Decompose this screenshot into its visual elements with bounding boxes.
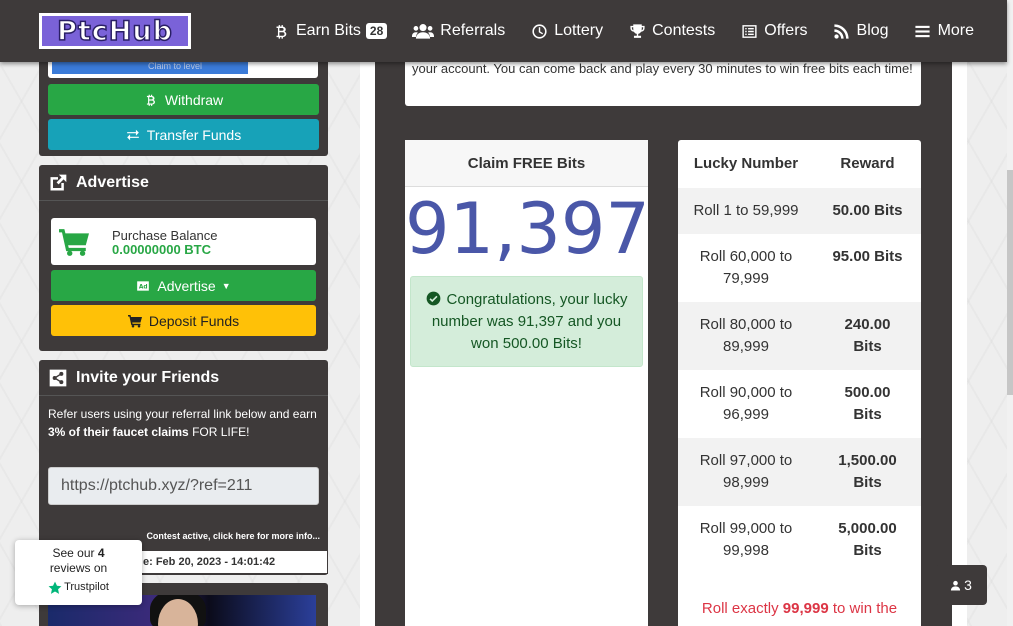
bitcoin-icon bbox=[272, 22, 290, 40]
nav-referrals[interactable]: Referrals bbox=[412, 22, 505, 40]
nav-offers[interactable]: Offers bbox=[740, 22, 808, 40]
users-icon bbox=[412, 22, 435, 40]
ad-icon: Ad bbox=[137, 280, 150, 291]
nav-more[interactable]: More bbox=[914, 22, 974, 40]
list-icon bbox=[740, 22, 758, 40]
trophy-icon bbox=[628, 22, 646, 40]
share-icon bbox=[49, 369, 67, 386]
jackpot-note: Roll exactly 99,999 to win the bbox=[701, 600, 898, 617]
deposit-funds-button[interactable]: Deposit Funds bbox=[51, 305, 316, 336]
claim-title: Claim FREE Bits bbox=[405, 140, 648, 187]
nav-menu: Earn Bits 28 Referrals Lottery Contests … bbox=[272, 0, 999, 62]
table-row: Roll 60,000 to 79,999 95.00 Bits bbox=[699, 248, 903, 287]
star-icon bbox=[48, 581, 62, 594]
bitcoin-icon bbox=[146, 94, 155, 106]
referral-link-input[interactable]: https://ptchub.xyz/?ref=211 bbox=[48, 467, 319, 505]
success-alert: Congratulations, your lucky number was 9… bbox=[410, 276, 643, 367]
reward-table: Lucky Number Reward Roll 1 to 59,999 50.… bbox=[678, 140, 921, 626]
advertise-heading: Advertise bbox=[39, 165, 328, 201]
invite-description: Refer users using your referral link bel… bbox=[48, 407, 317, 439]
table-row: Roll 97,000 to 98,999 1,500.00 Bits bbox=[678, 438, 921, 506]
withdraw-button[interactable]: Withdraw bbox=[48, 84, 319, 115]
check-circle-icon bbox=[426, 291, 440, 306]
invite-heading: Invite your Friends bbox=[39, 360, 328, 396]
nav-blog[interactable]: Blog bbox=[833, 22, 889, 40]
external-link-icon bbox=[50, 174, 67, 190]
rss-icon bbox=[833, 22, 851, 40]
table-row: Roll 99,000 to 99,998 5,000.00 Bits bbox=[699, 520, 897, 559]
caret-down-icon: ▼ bbox=[221, 280, 231, 291]
transfer-funds-button[interactable]: Transfer Funds bbox=[48, 119, 319, 150]
earn-bits-count-badge: 28 bbox=[365, 23, 388, 39]
lucky-number-display: 91,397 bbox=[405, 188, 650, 270]
shopping-cart-icon bbox=[127, 314, 142, 327]
user-icon bbox=[951, 580, 961, 591]
exchange-icon bbox=[126, 129, 139, 140]
table-row: Roll 1 to 59,999 50.00 Bits bbox=[678, 188, 921, 234]
advertise-dropdown-button[interactable]: Ad Advertise ▼ bbox=[51, 270, 316, 301]
sidebar-advertise-panel: Advertise Purchase Balance 0.00000000 BT… bbox=[39, 165, 328, 351]
nav-lottery[interactable]: Lottery bbox=[530, 22, 603, 40]
ptchub-logo[interactable]: PtcHub bbox=[39, 13, 191, 49]
table-row: Roll 80,000 to 89,999 240.00 Bits bbox=[678, 302, 921, 370]
nav-contests[interactable]: Contests bbox=[628, 22, 715, 40]
purchase-balance-box: Purchase Balance 0.00000000 BTC bbox=[51, 218, 316, 265]
trustpilot-widget[interactable]: See our 4 reviews on Trustpilot bbox=[15, 540, 142, 605]
page-scrollbar[interactable] bbox=[1007, 0, 1013, 626]
clock-icon bbox=[530, 22, 548, 40]
reward-table-header: Lucky Number Reward bbox=[693, 155, 895, 172]
claim-card: Claim FREE Bits 91,397 Congratulations, … bbox=[405, 140, 650, 626]
online-users-badge[interactable]: 3 bbox=[935, 565, 987, 605]
contest-info-link[interactable]: Contest active, click here for more info… bbox=[146, 531, 320, 541]
bars-icon bbox=[914, 22, 932, 40]
top-navbar: PtcHub Earn Bits 28 Referrals Lottery Co… bbox=[0, 0, 1007, 62]
svg-text:Ad: Ad bbox=[139, 284, 148, 290]
shopping-cart-icon bbox=[59, 229, 89, 256]
table-row: Roll 90,000 to 96,999 500.00 Bits bbox=[699, 384, 891, 423]
scrollbar-thumb[interactable] bbox=[1007, 170, 1013, 395]
nav-earn-bits[interactable]: Earn Bits 28 bbox=[272, 22, 388, 40]
